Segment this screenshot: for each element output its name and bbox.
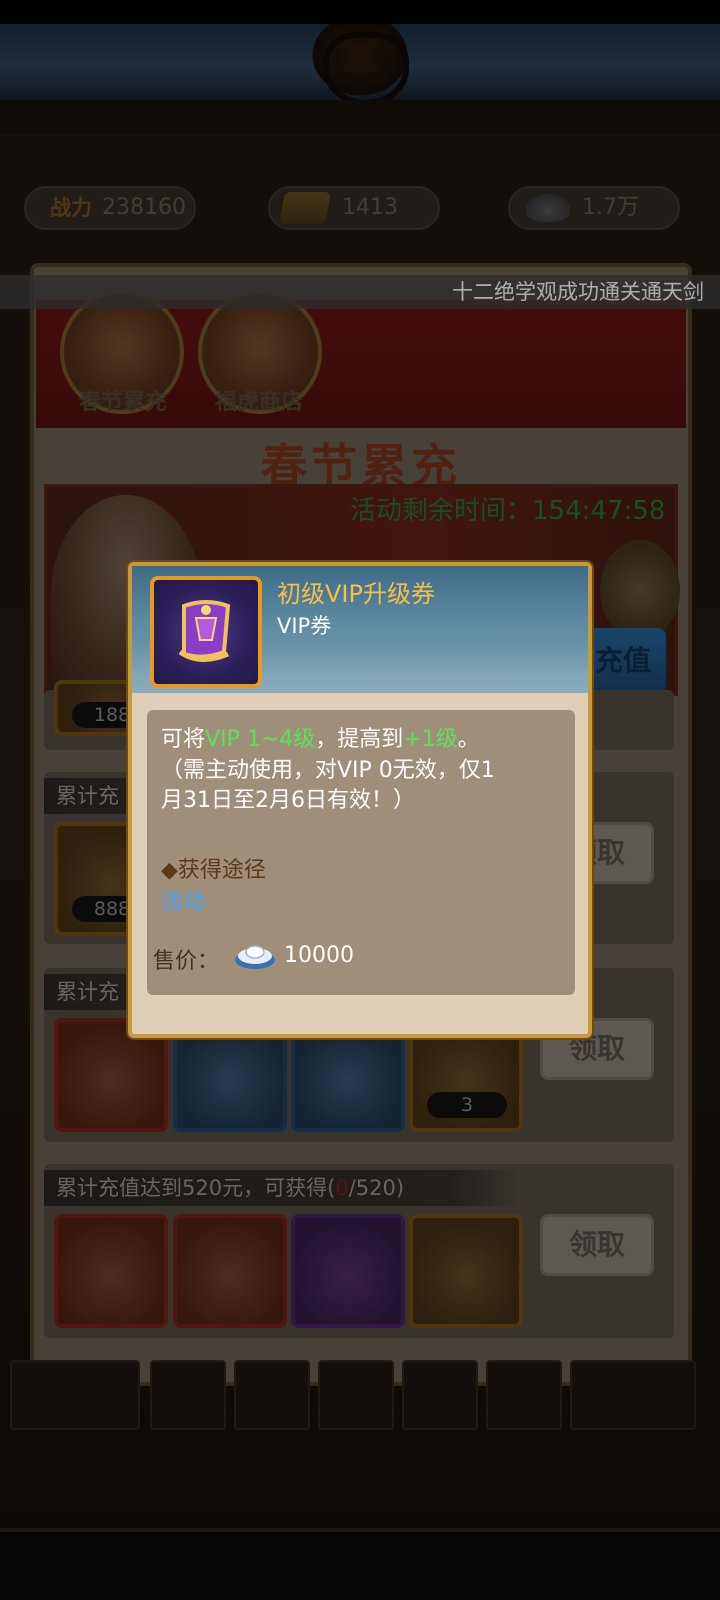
acquire-link[interactable]: 活动 (161, 884, 205, 916)
desc-text: 可将 (161, 727, 206, 752)
price-value: 10000 (284, 943, 354, 968)
desc-highlight: +1级 (403, 727, 458, 752)
vip-scroll-icon (178, 600, 231, 662)
item-description-line2: （需主动使用，对VIP 0无效，仅1 (161, 758, 495, 783)
item-description-line3: 月31日至2月6日有效！） (161, 788, 415, 813)
item-name: 初级VIP升级券 (277, 580, 435, 608)
desc-text: ，提高到 (315, 727, 404, 752)
desc-highlight: VIP 1~4级 (205, 727, 316, 752)
desc-text: 。 (457, 727, 480, 752)
silver-ingot-icon (235, 945, 275, 969)
item-description-line1: 可将VIP 1~4级，提高到+1级。 (161, 725, 480, 755)
price-label: 售价： (153, 949, 220, 974)
acquire-heading: ◆获得途径 (161, 858, 266, 883)
item-type: VIP券 (277, 614, 332, 638)
